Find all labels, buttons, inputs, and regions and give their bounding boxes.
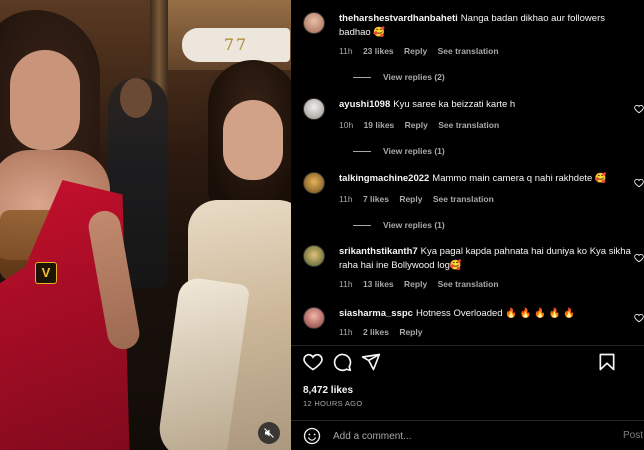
comment-likes[interactable]: 7 likes	[363, 194, 389, 204]
see-translation-link[interactable]: See translation	[433, 194, 494, 204]
likes-count[interactable]: 8,472 likes	[303, 385, 353, 396]
view-replies-label: View replies (2)	[383, 72, 445, 82]
post-media[interactable]: 77 V	[0, 0, 291, 450]
heart-icon[interactable]	[303, 352, 323, 372]
comment-username[interactable]: srikanthstikanth7	[339, 246, 418, 257]
comment-likes[interactable]: 13 likes	[363, 279, 394, 289]
see-translation-link[interactable]: See translation	[438, 279, 499, 289]
comment-username[interactable]: siasharma_sspc	[339, 308, 413, 319]
comment-body: Mammo main camera q nahi rakhdete 🥰	[432, 173, 607, 184]
avatar[interactable]	[303, 98, 325, 120]
like-comment-icon[interactable]	[634, 178, 644, 188]
comment-meta: 11h 2 likes Reply	[339, 327, 430, 337]
post-action-bar	[303, 352, 633, 376]
avatar[interactable]	[303, 12, 325, 34]
like-comment-icon[interactable]	[634, 104, 644, 114]
avatar[interactable]	[303, 172, 325, 194]
like-comment-icon[interactable]	[634, 253, 644, 263]
section-divider	[291, 345, 644, 346]
reply-button[interactable]: Reply	[404, 279, 427, 289]
replies-divider	[353, 76, 371, 78]
person-left	[0, 10, 150, 450]
comment-time[interactable]: 10h	[339, 120, 353, 130]
comment-body: Hotness Overloaded 🔥 🔥 🔥 🔥 🔥	[415, 308, 575, 319]
view-replies-button[interactable]: View replies (2)	[353, 72, 445, 82]
comment-username[interactable]: talkingmachine2022	[339, 173, 429, 184]
comment-body: Kyu saree ka beizzati karte h	[393, 99, 516, 110]
replies-divider	[353, 150, 371, 152]
comment-likes[interactable]: 2 likes	[363, 327, 389, 337]
person-right	[155, 60, 291, 450]
comment-text: ayushi1098 Kyu saree ka beizzati karte h	[339, 98, 634, 112]
comment-username[interactable]: theharshestvardhanbaheti	[339, 13, 458, 24]
avatar[interactable]	[303, 245, 325, 267]
view-replies-label: View replies (1)	[383, 220, 445, 230]
post-timestamp[interactable]: 12 HOURS AGO	[303, 399, 362, 408]
venue-sign: 77	[182, 28, 290, 62]
view-replies-button[interactable]: View replies (1)	[353, 220, 445, 230]
reply-button[interactable]: Reply	[404, 46, 427, 56]
comment-text: srikanthstikanth7 Kya pagal kapda pahnata…	[339, 245, 634, 273]
reply-button[interactable]: Reply	[399, 327, 422, 337]
add-comment-bar: Post	[303, 425, 644, 447]
comment-time[interactable]: 11h	[339, 327, 353, 337]
comment-icon[interactable]	[332, 352, 352, 372]
comment-time[interactable]: 11h	[339, 194, 353, 204]
comment-time[interactable]: 11h	[339, 279, 353, 289]
comment-text: theharshestvardhanbaheti Nanga badan dikh…	[339, 12, 634, 40]
watermark-logo: V	[35, 262, 57, 284]
comment-input[interactable]	[333, 425, 583, 447]
comment-meta: 10h 19 likes Reply See translation	[339, 120, 507, 130]
send-icon[interactable]	[361, 352, 381, 372]
post-comment-button[interactable]: Post	[623, 430, 643, 441]
comment-likes[interactable]: 19 likes	[364, 120, 395, 130]
comment-username[interactable]: ayushi1098	[339, 99, 390, 110]
bookmark-icon[interactable]	[597, 352, 617, 372]
like-comment-icon[interactable]	[634, 313, 644, 323]
reply-button[interactable]: Reply	[399, 194, 422, 204]
view-replies-label: View replies (1)	[383, 146, 445, 156]
avatar[interactable]	[303, 307, 325, 329]
comments-list[interactable]: theharshestvardhanbaheti Nanga badan dikh…	[291, 0, 644, 345]
speaker-muted-icon	[264, 428, 274, 438]
comment-likes[interactable]: 23 likes	[363, 46, 394, 56]
see-translation-link[interactable]: See translation	[438, 120, 499, 130]
comment-meta: 11h 7 likes Reply See translation	[339, 194, 502, 204]
reply-button[interactable]: Reply	[405, 120, 428, 130]
view-replies-button[interactable]: View replies (1)	[353, 146, 445, 156]
section-divider	[291, 420, 644, 421]
replies-divider	[353, 224, 371, 226]
comment-time[interactable]: 11h	[339, 46, 353, 56]
mute-button[interactable]	[258, 422, 280, 444]
post-details-panel: theharshestvardhanbaheti Nanga badan dikh…	[291, 0, 644, 450]
comment-text: talkingmachine2022 Mammo main camera q na…	[339, 172, 634, 186]
emoji-icon[interactable]	[303, 427, 321, 445]
comment-meta: 11h 23 likes Reply See translation	[339, 46, 507, 56]
comment-meta: 11h 13 likes Reply See translation	[339, 279, 507, 289]
see-translation-link[interactable]: See translation	[438, 46, 499, 56]
comment-text: siasharma_sspc Hotness Overloaded 🔥 🔥 🔥 🔥…	[339, 307, 634, 321]
